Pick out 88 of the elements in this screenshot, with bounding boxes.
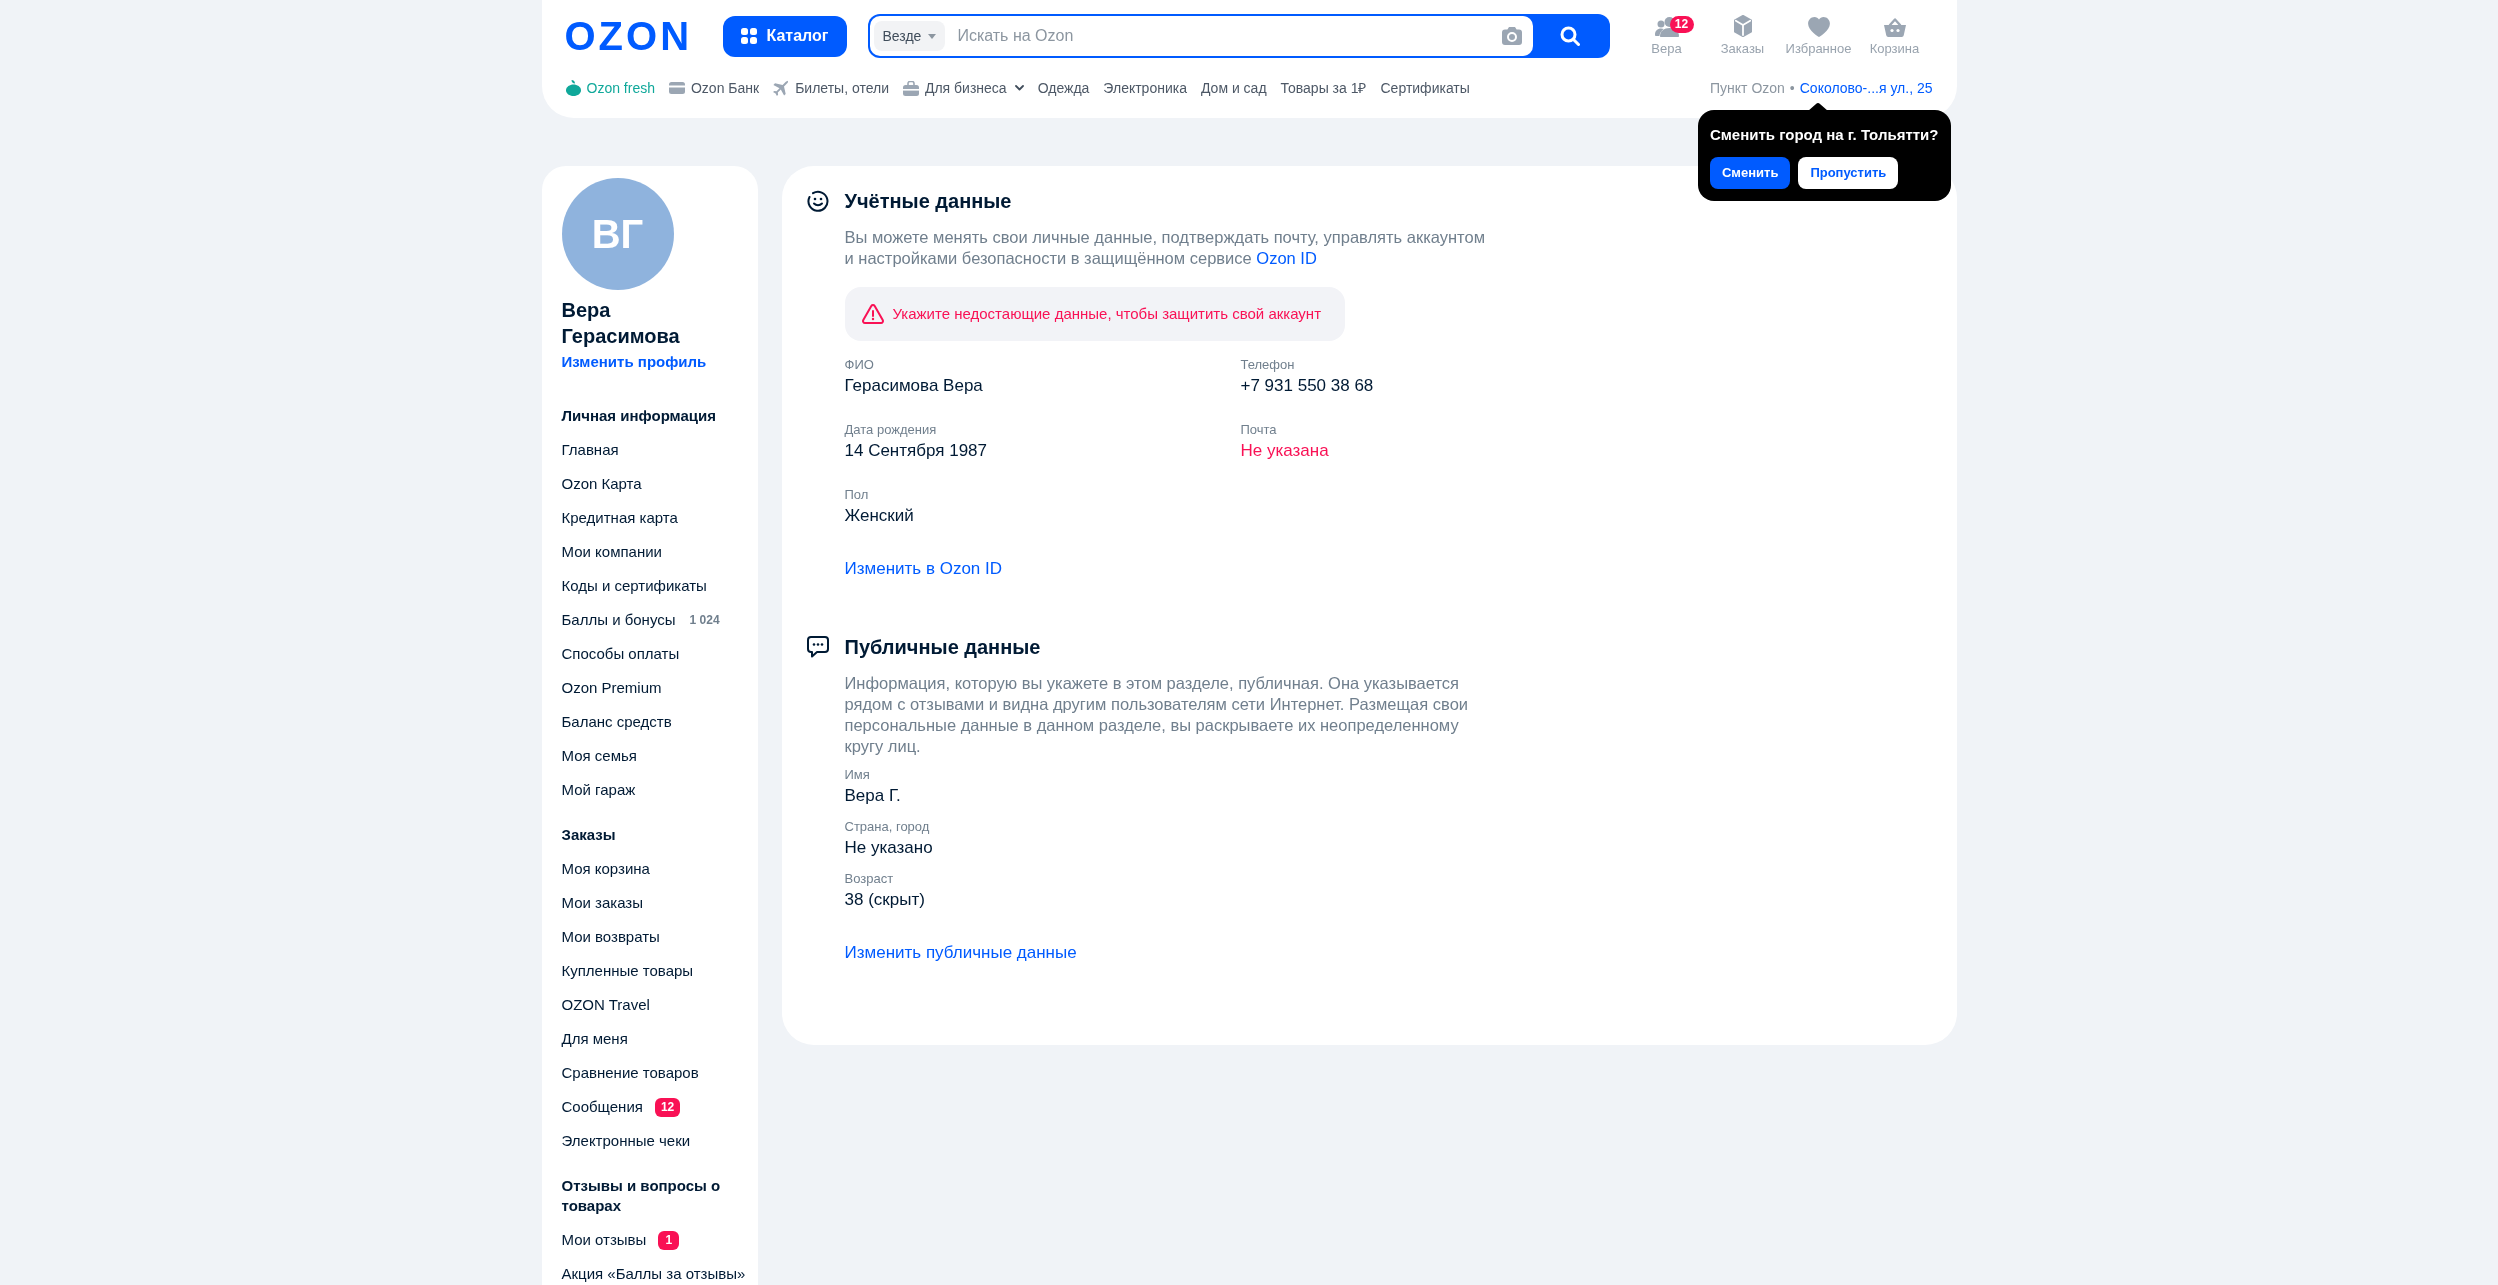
card-icon bbox=[669, 82, 685, 94]
field-label: Страна, город bbox=[844, 819, 931, 835]
catalog-button[interactable]: Каталог bbox=[722, 15, 847, 57]
section-title: Публичные данные bbox=[844, 635, 1041, 659]
nav-link[interactable]: Электроника bbox=[1103, 78, 1187, 98]
menu-item[interactable]: Моя семья bbox=[561, 746, 637, 766]
warning-icon bbox=[861, 304, 884, 324]
nav-link[interactable]: Одежда bbox=[1037, 78, 1090, 98]
edit-profile-link[interactable]: Изменить профиль bbox=[561, 352, 707, 372]
menu-item[interactable]: Мои компании bbox=[561, 542, 662, 562]
field-value: 38 (скрыт) bbox=[844, 889, 926, 911]
chevron-down-icon bbox=[1014, 85, 1024, 91]
field-label: Телефон bbox=[1240, 357, 1296, 373]
edit-link[interactable]: Изменить публичные данные bbox=[844, 942, 1077, 964]
menu-item[interactable]: Электронные чеки bbox=[561, 1131, 691, 1151]
menu-item[interactable]: Мои возвраты bbox=[561, 927, 660, 947]
field-value: Не указано bbox=[844, 837, 933, 859]
search-field[interactable]: Везде Искать на Ozon bbox=[869, 16, 1533, 56]
field-label: ФИО bbox=[844, 357, 875, 373]
field-value: Не указана bbox=[1240, 440, 1330, 462]
field-value: +7 931 550 38 68 bbox=[1240, 375, 1374, 397]
menu-item[interactable]: Акция «Баллы за отзывы» bbox=[561, 1264, 746, 1284]
warning-text: Укажите недостающие данные, чтобы защитить свой аккаунт bbox=[892, 303, 1321, 324]
heart-icon bbox=[1807, 17, 1830, 37]
field-value: Герасимова Вера bbox=[844, 375, 984, 397]
menu-item[interactable]: Ozon Карта bbox=[561, 474, 642, 494]
nav-link[interactable]: Товары за 1₽ bbox=[1280, 78, 1367, 98]
airplane-icon bbox=[773, 80, 790, 96]
section-title: Учётные данные bbox=[844, 189, 1012, 213]
section-heading: Отзывы и вопросы о товарах bbox=[561, 1176, 722, 1216]
confirm-button[interactable]: Сменить bbox=[1709, 157, 1791, 189]
nav-link[interactable]: Ozon Банк bbox=[669, 78, 760, 98]
section-description: Информация, которую вы укажете в этом разделе, публичная. Она указывается рядом с отзывами и видна другим пользователям сети Интернет. Размещая свои персональные данные в данном разделе, вы раскрываете их неопределенному кругу лиц. bbox=[844, 673, 1470, 757]
menu-item[interactable]: Для меня bbox=[561, 1029, 628, 1049]
logo[interactable]: OZON bbox=[564, 14, 697, 58]
section-description: Вы можете менять свои личные данные, подтверждать почту, управлять аккаунтом и настройками безопасности в защищённом сервисе Ozon ID bbox=[844, 227, 1486, 269]
menu-item[interactable]: Ozon Premium bbox=[561, 678, 662, 698]
menu-item[interactable]: Главная bbox=[561, 440, 619, 460]
menu-item[interactable]: Мои заказы bbox=[561, 893, 643, 913]
field-label: Возраст bbox=[844, 871, 895, 887]
chat-bubble-icon bbox=[806, 636, 829, 658]
field-label: Почта bbox=[1240, 422, 1278, 438]
pickup-address-link[interactable]: Соколово-...я ул., 25 bbox=[1799, 78, 1933, 98]
menu-item[interactable]: Мои отзывы bbox=[561, 1230, 647, 1250]
service-link[interactable]: Ozon ID bbox=[1256, 249, 1317, 267]
menu-item[interactable]: Коды и сертификаты bbox=[561, 576, 707, 596]
field-value: Вера Г. bbox=[844, 785, 902, 807]
menu-item[interactable]: Моя корзина bbox=[561, 859, 650, 879]
field-value: 14 Сентября 1987 bbox=[844, 440, 988, 462]
skip-button[interactable]: Пропустить bbox=[1798, 157, 1899, 189]
popup-question: Сменить город на г. Тольятти? bbox=[1709, 125, 1939, 145]
menu-item[interactable]: Мой гараж bbox=[561, 780, 636, 800]
header-action[interactable]: Вера 12 bbox=[1628, 15, 1705, 57]
menu-item[interactable]: Кредитная карта bbox=[561, 508, 678, 528]
search-icon bbox=[1560, 26, 1580, 46]
field-value: Женский bbox=[844, 505, 915, 527]
grid-icon bbox=[740, 28, 757, 44]
menu-item[interactable]: Способы оплаты bbox=[561, 644, 680, 664]
menu-item[interactable]: OZON Travel bbox=[561, 995, 650, 1015]
menu-item[interactable]: Сообщения bbox=[561, 1097, 643, 1117]
profile-name: Вера Герасимова bbox=[561, 298, 681, 349]
section-heading: Личная информация bbox=[561, 406, 718, 426]
apple-icon bbox=[565, 80, 581, 96]
field-label: Пол bbox=[844, 487, 870, 503]
edit-link[interactable]: Изменить в Ozon ID bbox=[844, 558, 1002, 580]
briefcase-icon bbox=[902, 80, 919, 96]
basket-icon bbox=[1883, 17, 1906, 37]
menu-item[interactable]: Баллы и бонусы bbox=[561, 610, 676, 630]
avatar: ВГ bbox=[561, 178, 674, 290]
notification-badge: 1 bbox=[658, 1230, 680, 1250]
count-label: 1 024 bbox=[689, 612, 720, 629]
menu-item[interactable]: Баланс средств bbox=[561, 712, 672, 732]
box-icon bbox=[1732, 15, 1753, 37]
smiley-icon bbox=[806, 190, 829, 212]
separator: • bbox=[1789, 79, 1795, 98]
menu-item[interactable]: Сравнение товаров bbox=[561, 1063, 699, 1083]
nav-link[interactable]: Дом и сад bbox=[1200, 78, 1267, 98]
pickup-label: Пункт Ozon bbox=[1710, 79, 1785, 98]
scope-dropdown[interactable]: Везде bbox=[873, 21, 946, 51]
notification-badge: 12 bbox=[654, 1097, 681, 1117]
field-label: Дата рождения bbox=[844, 422, 938, 438]
nav-link[interactable]: Билеты, отели bbox=[773, 78, 889, 98]
field-label: Имя bbox=[844, 767, 871, 783]
section-heading: Заказы bbox=[561, 825, 617, 845]
nav-link[interactable]: Сертификаты bbox=[1380, 78, 1470, 98]
caret-icon bbox=[928, 33, 937, 39]
nav-link[interactable]: Для бизнеса bbox=[902, 78, 1024, 98]
menu-item[interactable]: Купленные товары bbox=[561, 961, 694, 981]
